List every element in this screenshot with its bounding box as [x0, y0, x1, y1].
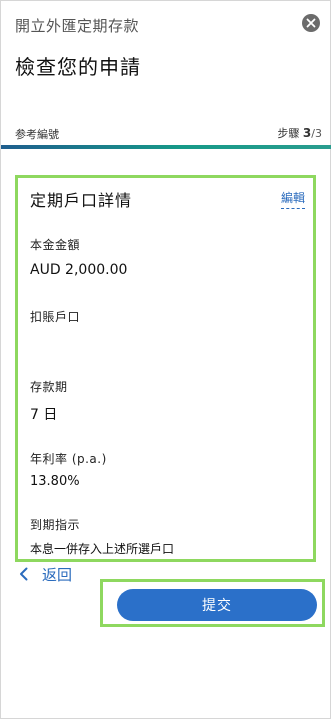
details-title: 定期戶口詳情 [30, 191, 133, 210]
submit-button[interactable]: 提交 [117, 589, 317, 621]
maturity-instruction-label: 到期指示 [30, 518, 81, 532]
back-button[interactable]: 返回 [19, 563, 72, 585]
deposit-term-label: 存款期 [30, 380, 68, 394]
principal-amount-label: 本金金額 [30, 238, 81, 252]
principal-amount-value: AUD 2,000.00 [30, 262, 128, 278]
close-button[interactable] [302, 14, 320, 32]
deposit-details-card: 定期戶口詳情 編輯 本金金額 AUD 2,000.00 扣賬戶口 存款期 7 日… [15, 175, 316, 562]
page-title: 檢查您的申請 [15, 55, 141, 79]
step-indicator: 步驟 3/3 [277, 125, 322, 141]
interest-rate-label: 年利率 (p.a.) [30, 452, 107, 466]
submit-highlight: 提交 [100, 579, 325, 627]
screen: 開立外匯定期存款 檢查您的申請 参考編號 步驟 3/3 定期戶口詳情 編輯 本金… [0, 0, 331, 719]
reference-number-label: 参考編號 [15, 128, 59, 141]
progress-bar-fill [1, 145, 331, 149]
step-label: 步驟 [277, 127, 300, 140]
deposit-term-value: 7 日 [30, 407, 58, 423]
app-title: 開立外匯定期存款 [15, 17, 140, 35]
debit-account-label: 扣賬戶口 [30, 310, 81, 324]
step-total: /3 [311, 127, 322, 140]
interest-rate-value: 13.80% [30, 474, 80, 489]
progress-bar [1, 145, 331, 149]
close-icon [306, 18, 316, 28]
back-label: 返回 [42, 565, 73, 584]
maturity-instruction-value: 本息一併存入上述所選戶口 [30, 542, 175, 556]
edit-link[interactable]: 編輯 [280, 189, 305, 209]
chevron-left-icon [20, 567, 28, 581]
